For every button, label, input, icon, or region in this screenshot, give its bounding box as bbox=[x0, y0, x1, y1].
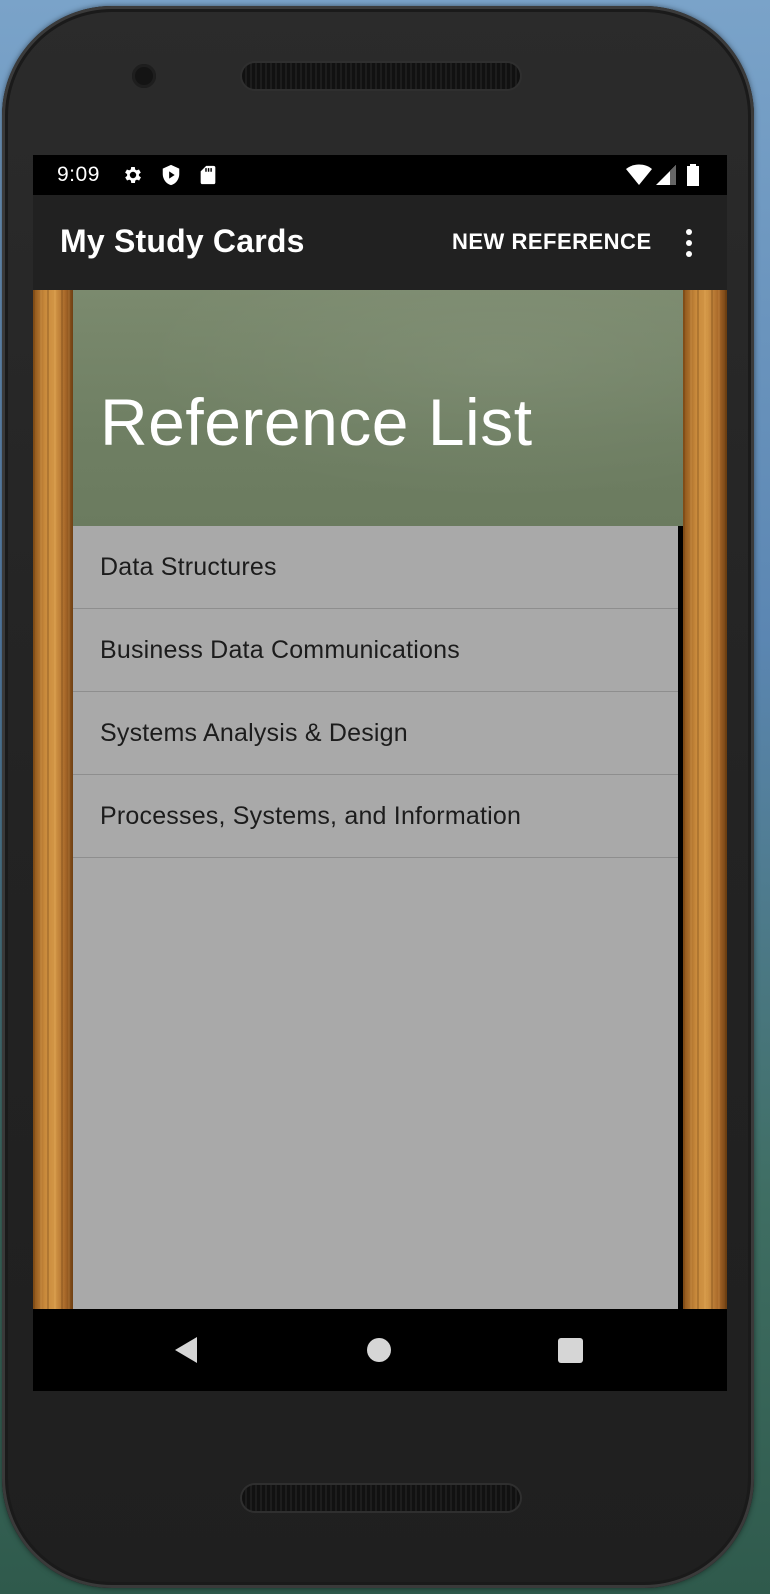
wood-frame-left bbox=[33, 290, 73, 1309]
home-icon[interactable] bbox=[367, 1338, 391, 1362]
main-content: Reference List Data Structures Business … bbox=[33, 290, 727, 1309]
more-vert-icon[interactable] bbox=[677, 225, 701, 261]
list-item[interactable]: Processes, Systems, and Information bbox=[73, 775, 678, 858]
status-bar: 9:09 bbox=[33, 155, 727, 195]
shield-play-icon bbox=[162, 164, 180, 186]
front-camera bbox=[132, 64, 156, 88]
new-reference-button[interactable]: NEW REFERENCE bbox=[452, 229, 652, 255]
page-title: Reference List bbox=[100, 385, 533, 459]
list-item[interactable]: Data Structures bbox=[73, 526, 678, 609]
list-item-label: Data Structures bbox=[100, 553, 277, 581]
sd-card-icon bbox=[200, 165, 216, 185]
wifi-icon bbox=[626, 164, 652, 185]
back-icon[interactable] bbox=[173, 1335, 199, 1365]
battery-icon bbox=[687, 164, 699, 186]
recents-icon[interactable] bbox=[558, 1338, 583, 1363]
status-time: 9:09 bbox=[57, 163, 100, 186]
wood-frame-right bbox=[683, 290, 727, 1309]
app-title: My Study Cards bbox=[60, 223, 305, 259]
list-item[interactable]: Systems Analysis & Design bbox=[73, 692, 678, 775]
app-bar: My Study Cards NEW REFERENCE bbox=[33, 195, 727, 290]
device-screen: 9:09 My Study Cards NEW REFERENCE Refere… bbox=[33, 155, 727, 1391]
list-item-label: Processes, Systems, and Information bbox=[100, 802, 522, 830]
settings-icon bbox=[125, 167, 141, 183]
reference-list: Data Structures Business Data Communicat… bbox=[73, 526, 678, 1309]
cell-signal-icon bbox=[656, 165, 676, 185]
navigation-bar bbox=[33, 1309, 727, 1391]
earpiece-speaker bbox=[242, 63, 520, 89]
list-item-label: Business Data Communications bbox=[100, 636, 460, 664]
bottom-speaker bbox=[242, 1485, 520, 1511]
chalkboard-header: Reference List bbox=[73, 290, 683, 526]
list-item[interactable]: Business Data Communications bbox=[73, 609, 678, 692]
list-item-label: Systems Analysis & Design bbox=[100, 719, 408, 747]
